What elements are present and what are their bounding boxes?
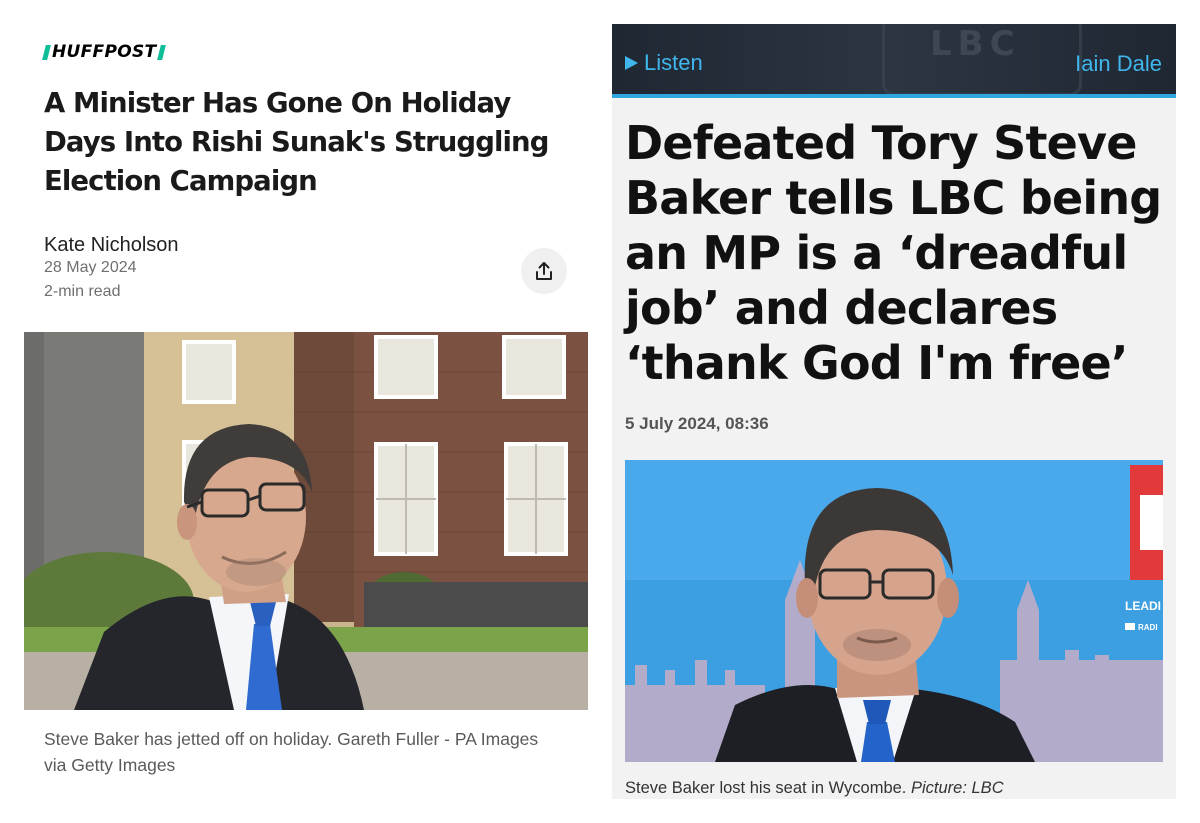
photo-caption: Steve Baker has jetted off on holiday. G… bbox=[44, 729, 539, 775]
publish-date: 5 July 2024, 08:36 bbox=[625, 414, 769, 433]
huffpost-article-panel: HUFFPOST A Minister Has Gone On Holiday … bbox=[24, 24, 588, 804]
lbc-bar-logo: LBC bbox=[930, 24, 1021, 64]
photo-caption: Steve Baker lost his seat in Wycombe. Pi… bbox=[625, 779, 1004, 798]
listen-bar-underline bbox=[612, 94, 1176, 98]
screen-text-radio: RADI bbox=[1138, 623, 1158, 632]
article-headline: A Minister Has Gone On Holiday Days Into… bbox=[44, 87, 549, 197]
logo-bar-left bbox=[42, 45, 51, 60]
author-name[interactable]: Kate Nicholson bbox=[44, 234, 179, 257]
article-headline: Defeated Tory Steve Baker tells LBC bein… bbox=[625, 116, 1162, 390]
publish-date: 28 May 2024 bbox=[44, 259, 137, 276]
article-photo[interactable]: LEADI RADI bbox=[625, 460, 1163, 762]
photo-street-scene bbox=[24, 332, 588, 710]
logo-bar-right bbox=[157, 45, 167, 60]
article-photo[interactable] bbox=[24, 332, 588, 710]
listen-bar: LBC Listen Iain Dale bbox=[612, 24, 1176, 96]
screen-text-leading: LEADI bbox=[1125, 599, 1161, 613]
listen-label: Listen bbox=[644, 50, 703, 75]
read-time: 2-min read bbox=[44, 283, 121, 300]
listen-button[interactable]: Listen bbox=[625, 50, 703, 76]
huffpost-logo[interactable]: HUFFPOST bbox=[42, 42, 167, 62]
share-icon bbox=[536, 262, 552, 280]
photo-studio-interview: LEADI RADI bbox=[625, 460, 1163, 762]
caption-credit: Picture: LBC bbox=[910, 779, 1004, 797]
presenter-link[interactable]: Iain Dale bbox=[1075, 51, 1162, 77]
caption-text: Steve Baker lost his seat in Wycombe. bbox=[625, 779, 907, 797]
play-icon bbox=[625, 56, 638, 70]
logo-text: HUFFPOST bbox=[52, 42, 157, 62]
share-button[interactable] bbox=[521, 248, 567, 294]
lbc-article-panel: LBC Listen Iain Dale Defeated Tory Steve… bbox=[612, 24, 1176, 799]
